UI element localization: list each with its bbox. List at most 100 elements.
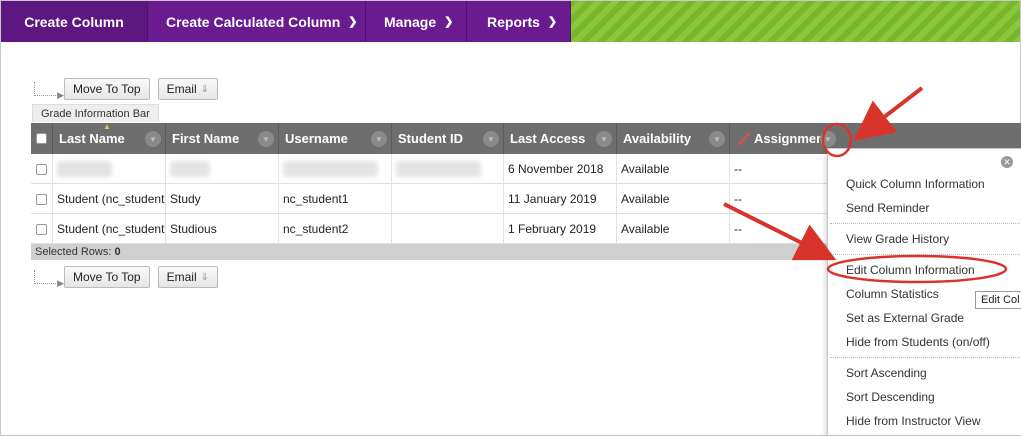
cell-text: Studious bbox=[170, 222, 217, 236]
top-nav: Create Column Create Calculated Column ❯ … bbox=[1, 1, 1020, 42]
tree-connector-icon: ▶ bbox=[34, 270, 64, 288]
create-column-button[interactable]: Create Column bbox=[1, 1, 148, 42]
cell-text: Study bbox=[170, 192, 201, 206]
selected-rows-count: 0 bbox=[114, 246, 121, 258]
menu-item-label: Column Statistics bbox=[846, 287, 939, 301]
column-menu-icon[interactable]: ▼ bbox=[145, 131, 161, 147]
column-menu-icon[interactable]: ▼ bbox=[820, 131, 836, 147]
row-checkbox[interactable] bbox=[36, 193, 47, 205]
cell-text: Student (nc_student bbox=[57, 222, 165, 236]
username-cell[interactable] bbox=[279, 154, 392, 184]
first-name-cell[interactable]: Studious bbox=[166, 214, 279, 244]
double-chevron-down-icon: ⇓ bbox=[200, 83, 210, 95]
create-calculated-column-button[interactable]: Create Calculated Column ❯ bbox=[148, 1, 366, 42]
student-id-cell[interactable] bbox=[392, 214, 504, 244]
email-label: Email bbox=[166, 82, 197, 96]
menu-item-set-as-external-grade[interactable]: Set as External Grade bbox=[846, 309, 964, 327]
menu-divider bbox=[830, 254, 1020, 255]
redacted-text bbox=[170, 161, 210, 177]
last-access-cell[interactable]: 1 February 2019 bbox=[504, 214, 617, 244]
reports-button[interactable]: Reports ❯ bbox=[467, 1, 571, 42]
row-checkbox[interactable] bbox=[36, 223, 47, 235]
selected-rows-label: Selected Rows: bbox=[35, 246, 112, 258]
select-all-checkbox[interactable] bbox=[36, 133, 47, 144]
menu-item-edit-column-information[interactable]: Edit Column Information bbox=[846, 261, 975, 279]
availability-cell[interactable]: Available bbox=[617, 214, 730, 244]
header-label: First Name bbox=[172, 131, 240, 146]
menu-item-column-statistics[interactable]: Column Statistics bbox=[846, 285, 939, 303]
create-calculated-label: Create Calculated Column bbox=[166, 13, 341, 30]
menu-item-label: Hide from Instructor View bbox=[846, 414, 981, 428]
last-name-cell[interactable] bbox=[53, 154, 166, 184]
cell-text: nc_student1 bbox=[283, 192, 349, 206]
select-all-cell bbox=[31, 123, 53, 154]
student-id-cell[interactable] bbox=[392, 154, 504, 184]
cell-text: Available bbox=[621, 192, 670, 206]
email-button[interactable]: Email ⇓ bbox=[157, 78, 219, 100]
header-label: Username bbox=[285, 131, 348, 146]
column-header-last-access[interactable]: Last Access ▼ bbox=[504, 123, 617, 154]
menu-item-label: Sort Ascending bbox=[846, 366, 927, 380]
move-to-top-button[interactable]: Move To Top bbox=[64, 266, 150, 288]
email-label: Email bbox=[166, 270, 197, 284]
menu-item-hide-from-instructor-view[interactable]: Hide from Instructor View bbox=[846, 412, 981, 430]
column-menu-icon[interactable]: ▼ bbox=[596, 131, 612, 147]
column-header-username[interactable]: Username ▼ bbox=[279, 123, 392, 154]
username-cell[interactable]: nc_student2 bbox=[279, 214, 392, 244]
column-header-first-name[interactable]: First Name ▼ bbox=[166, 123, 279, 154]
column-header-availability[interactable]: Availability ▼ bbox=[617, 123, 730, 154]
menu-item-label: Hide from Students (on/off) bbox=[846, 335, 990, 349]
column-header-student-id[interactable]: Student ID ▼ bbox=[392, 123, 504, 154]
header-label: Assignment bbox=[754, 131, 829, 146]
manage-button[interactable]: Manage ❯ bbox=[366, 1, 467, 42]
last-access-cell[interactable]: 11 January 2019 bbox=[504, 184, 617, 214]
row-select-cell bbox=[31, 154, 53, 184]
close-icon[interactable]: ✕ bbox=[1001, 156, 1013, 168]
action-bar-top: ▶ Move To Top Email ⇓ bbox=[34, 78, 226, 100]
row-select-cell bbox=[31, 214, 53, 244]
first-name-cell[interactable]: Study bbox=[166, 184, 279, 214]
column-menu-icon[interactable]: ▼ bbox=[709, 131, 725, 147]
cell-text: Student (nc_student bbox=[57, 192, 165, 206]
menu-item-sort-ascending[interactable]: Sort Ascending bbox=[846, 364, 927, 382]
chevron-down-icon: ❯ bbox=[444, 16, 454, 28]
availability-cell[interactable]: Available bbox=[617, 184, 730, 214]
menu-item-hide-from-students[interactable]: Hide from Students (on/off) bbox=[846, 333, 990, 351]
redacted-text bbox=[396, 161, 481, 177]
menu-item-send-reminder[interactable]: Send Reminder bbox=[846, 199, 929, 217]
column-menu-icon[interactable]: ▼ bbox=[258, 131, 274, 147]
menu-divider bbox=[830, 357, 1020, 358]
cell-text: 1 February 2019 bbox=[508, 222, 597, 236]
grade-information-bar[interactable]: Grade Information Bar bbox=[32, 104, 159, 122]
move-to-top-label: Move To Top bbox=[73, 270, 141, 284]
tooltip-text: Edit Col bbox=[981, 294, 1020, 306]
menu-item-quick-column-information[interactable]: Quick Column Information bbox=[846, 175, 985, 193]
menu-item-label: View Grade History bbox=[846, 232, 950, 246]
column-header-last-name[interactable]: ▲ Last Name ▼ bbox=[53, 122, 166, 154]
reports-label: Reports bbox=[487, 13, 540, 30]
move-to-top-button[interactable]: Move To Top bbox=[64, 78, 150, 100]
last-name-cell[interactable]: Student (nc_student bbox=[53, 184, 166, 214]
last-access-cell[interactable]: 6 November 2018 bbox=[504, 154, 617, 184]
username-cell[interactable]: nc_student1 bbox=[279, 184, 392, 214]
availability-cell[interactable]: Available bbox=[617, 154, 730, 184]
first-name-cell[interactable] bbox=[166, 154, 279, 184]
student-id-cell[interactable] bbox=[392, 184, 504, 214]
row-checkbox[interactable] bbox=[36, 163, 47, 175]
redacted-text bbox=[57, 161, 112, 177]
menu-item-label: Set as External Grade bbox=[846, 311, 965, 325]
menu-item-view-grade-history[interactable]: View Grade History bbox=[846, 230, 949, 248]
chevron-down-icon: ❯ bbox=[547, 16, 558, 28]
menu-item-sort-descending[interactable]: Sort Descending bbox=[846, 388, 935, 406]
last-name-cell[interactable]: Student (nc_student bbox=[53, 214, 166, 244]
email-button[interactable]: Email ⇓ bbox=[157, 266, 219, 288]
menu-divider bbox=[830, 223, 1020, 224]
column-menu-icon[interactable]: ▼ bbox=[371, 131, 387, 147]
menu-item-label: Sort Descending bbox=[846, 390, 935, 404]
action-bar-bottom: ▶ Move To Top Email ⇓ bbox=[34, 266, 226, 288]
cell-text: 6 November 2018 bbox=[508, 162, 604, 176]
column-menu-icon[interactable]: ▼ bbox=[483, 131, 499, 147]
cell-text: Available bbox=[621, 222, 670, 236]
move-to-top-label: Move To Top bbox=[73, 82, 141, 96]
header-label: Last Name bbox=[59, 131, 125, 146]
